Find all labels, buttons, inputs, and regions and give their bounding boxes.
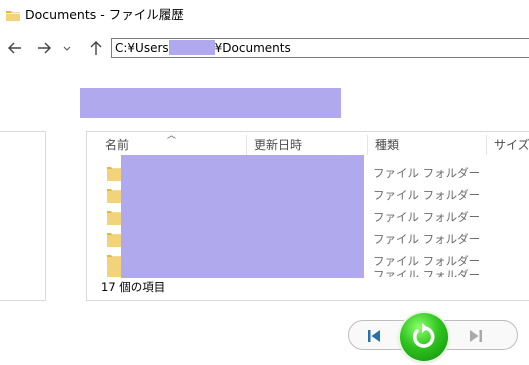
skip-previous-icon <box>368 330 380 342</box>
column-header-size[interactable]: サイズ <box>487 135 529 155</box>
item-type: ファイル フォルダー <box>373 269 481 277</box>
item-type: ファイル フォルダー <box>373 232 481 246</box>
arrow-right-icon <box>38 42 51 54</box>
item-type: ファイル フォルダー <box>373 210 481 224</box>
recent-locations-button[interactable] <box>61 38 73 58</box>
up-button[interactable] <box>87 38 105 58</box>
next-version-button[interactable] <box>467 328 485 344</box>
title-bar: Documents - ファイル履歴 <box>0 0 529 28</box>
restore-icon <box>412 323 435 348</box>
redacted-file-names <box>121 155 364 278</box>
column-header-modified[interactable]: 更新日時 <box>247 135 367 155</box>
address-bar[interactable]: C:¥Users ¥Documents <box>111 38 529 58</box>
folder-icon <box>107 187 121 203</box>
navigation-pane <box>0 131 46 301</box>
back-button[interactable] <box>6 38 24 58</box>
chevron-down-icon <box>63 46 71 51</box>
file-list: ︿ 名前 更新日時 種類 サイズ ファイル フォルダー ファイル フォルダー フ… <box>86 131 529 301</box>
redacted-username <box>168 40 215 55</box>
folder-icon <box>107 269 121 277</box>
window-title: Documents - ファイル履歴 <box>25 7 184 22</box>
folder-icon <box>107 253 121 269</box>
folder-icon <box>107 165 121 181</box>
item-type: ファイル フォルダー <box>373 166 481 180</box>
arrow-left-icon <box>8 42 21 54</box>
column-header-name[interactable]: 名前 <box>98 135 246 155</box>
address-path-prefix: C:¥Users <box>115 41 169 55</box>
folder-icon <box>6 6 20 21</box>
column-header-type[interactable]: 種類 <box>368 135 486 155</box>
item-type: ファイル フォルダー <box>373 188 481 202</box>
item-type: ファイル フォルダー <box>373 254 481 268</box>
address-path-suffix: ¥Documents <box>214 41 291 55</box>
folder-icon <box>107 231 121 247</box>
skip-next-icon <box>470 330 482 342</box>
redacted-backup-date <box>80 88 341 118</box>
folder-icon <box>107 209 121 225</box>
previous-version-button[interactable] <box>365 328 383 344</box>
arrow-up-icon <box>90 41 102 55</box>
status-bar-item-count: 17 個の項目 <box>101 280 166 294</box>
restore-button[interactable] <box>400 313 448 361</box>
forward-button[interactable] <box>35 38 53 58</box>
